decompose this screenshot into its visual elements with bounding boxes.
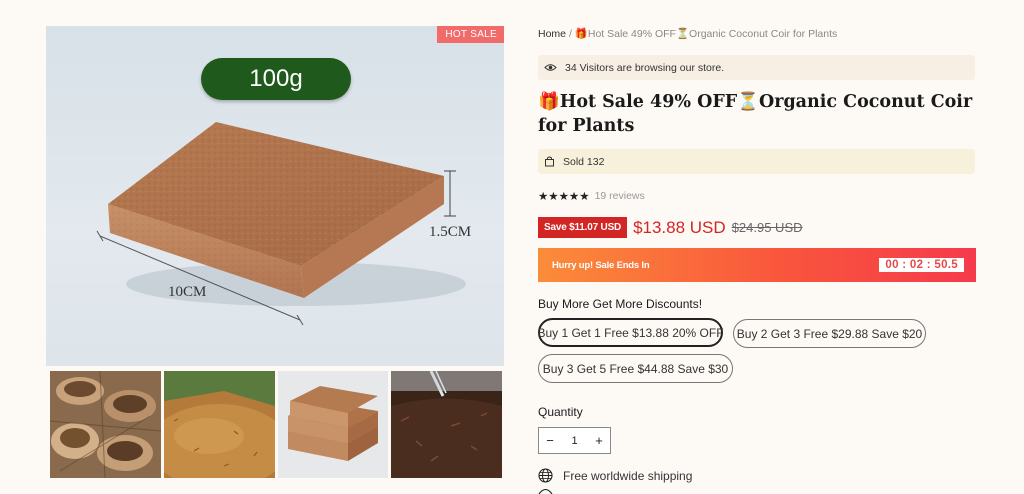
bag-icon [545, 156, 554, 167]
save-badge: Save $11.07 USD [538, 217, 628, 238]
hot-sale-badge: HOT SALE [437, 26, 504, 43]
thumbnail-strip [50, 371, 502, 478]
product-title: 🎁Hot Sale 49% OFF⏳Organic Coconut Coir f… [538, 92, 973, 136]
shipping-row: Free worldwide shipping [538, 468, 692, 483]
countdown-text: Hurry up! Sale Ends In [552, 259, 650, 271]
compare-price: $24.95 USD [731, 220, 803, 235]
return-icon [538, 489, 553, 494]
visitors-text: 34 Visitors are browsing our store. [565, 61, 725, 74]
quantity-stepper: − 1 + [538, 427, 611, 454]
bundle-title: Buy More Get More Discounts! [538, 297, 703, 311]
bundle-option-1[interactable]: Buy 1 Get 1 Free $13.88 20% OFF [537, 318, 724, 347]
thumbnail-coconut-husks[interactable] [50, 371, 161, 478]
countdown-bar: Hurry up! Sale Ends In 00 : 02 : 50.5 [538, 248, 976, 282]
star-rating-icon: ★★★★★ [538, 191, 590, 203]
globe-icon [538, 468, 553, 483]
quantity-minus-button[interactable]: − [539, 433, 561, 448]
bundle-option-2[interactable]: Buy 2 Get 3 Free $29.88 Save $20 [733, 319, 926, 348]
countdown-timer: 00 : 02 : 50.5 [879, 258, 964, 272]
eye-icon [544, 64, 557, 71]
sold-text: Sold 132 [563, 155, 605, 168]
rating-row[interactable]: ★★★★★ 19 reviews [538, 189, 645, 203]
price-row: Save $11.07 USD $13.88 USD $24.95 USD [538, 217, 803, 238]
breadcrumb-separator: / [568, 28, 572, 40]
sale-price: $13.88 USD [633, 217, 726, 237]
quantity-input[interactable]: 1 [564, 435, 586, 447]
sold-count-notice: Sold 132 [538, 149, 975, 174]
visitors-notice: 34 Visitors are browsing our store. [538, 55, 975, 80]
weight-label: 100g [201, 58, 351, 100]
quantity-plus-button[interactable]: + [588, 433, 610, 448]
main-product-image[interactable]: HOT SALE 100g 1.5CM 10CM [46, 26, 504, 366]
bundle-option-3[interactable]: Buy 3 Get 5 Free $44.88 Save $30 [538, 354, 733, 383]
quantity-label: Quantity [538, 405, 583, 419]
breadcrumb: Home / 🎁Hot Sale 49% OFF⏳Organic Coconut… [538, 27, 837, 40]
width-dimension-label: 10CM [168, 284, 207, 300]
thumbnail-coir-powder[interactable] [163, 371, 275, 478]
shipping-text: Free worldwide shipping [563, 468, 693, 483]
breadcrumb-home-link[interactable]: Home [538, 28, 566, 40]
breadcrumb-current: 🎁Hot Sale 49% OFF⏳Organic Coconut Coir f… [574, 28, 838, 40]
thumbnail-stacked-bricks[interactable] [277, 371, 389, 478]
reviews-count[interactable]: 19 reviews [595, 190, 645, 202]
thumbnail-watered-coir[interactable] [391, 371, 502, 478]
height-dimension-label: 1.5CM [429, 224, 472, 240]
